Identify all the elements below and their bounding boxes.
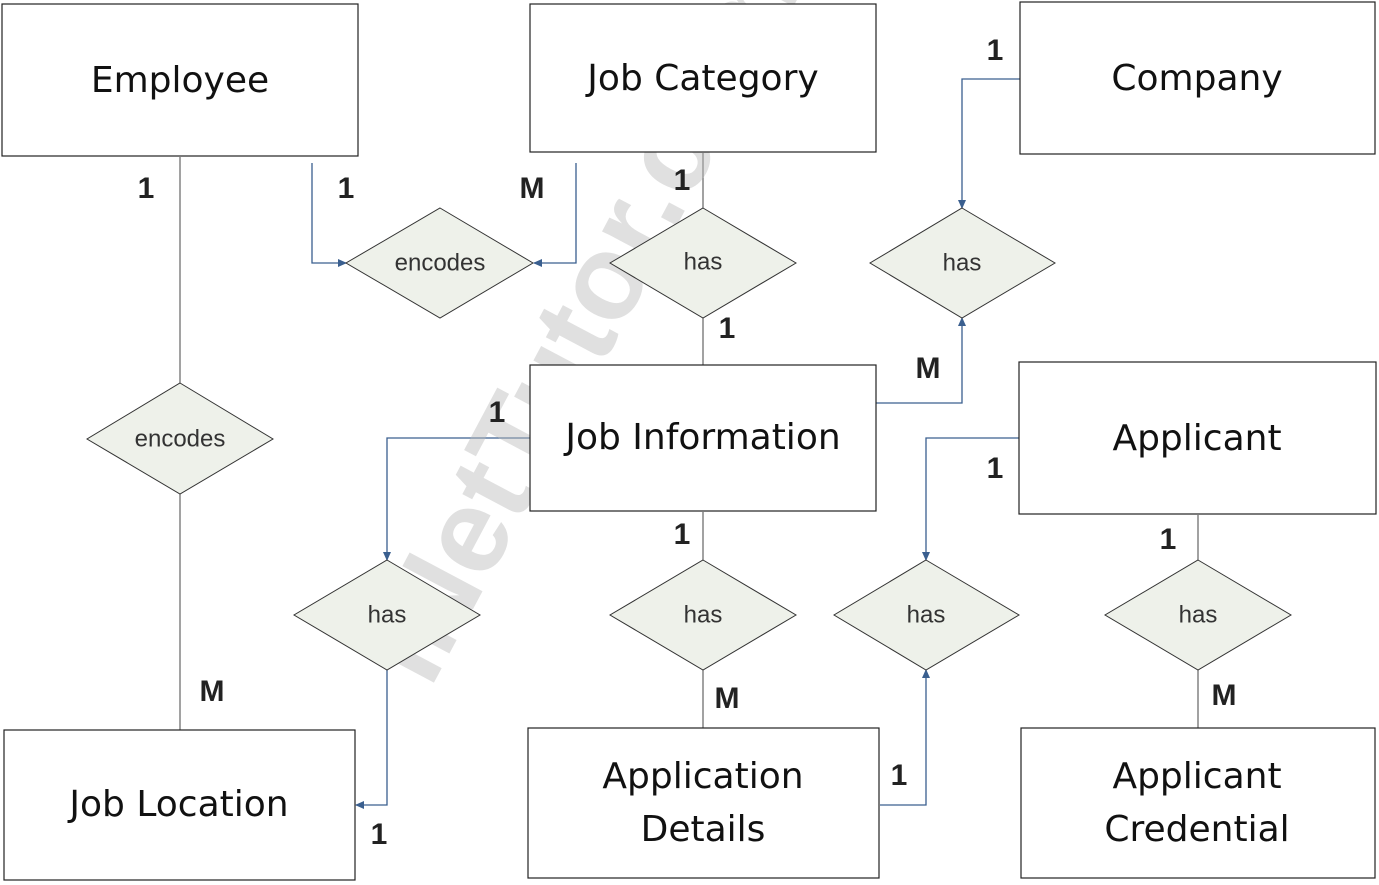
relationship-info-has-details[interactable]: has [609, 559, 797, 671]
cardinality-label: M [200, 675, 225, 708]
entity-applicant[interactable]: Applicant [1018, 361, 1377, 515]
cardinality-label: 1 [987, 452, 1004, 485]
cardinality-label: M [916, 352, 941, 385]
relationship-label: has [943, 249, 982, 276]
entity-company[interactable]: Company [1019, 1, 1376, 155]
entity-label-line2: Details [641, 809, 766, 850]
entity-job-information[interactable]: Job Information [529, 364, 877, 512]
entity-label: Employee [91, 60, 269, 101]
relationship-company-has-info[interactable]: has [869, 207, 1056, 319]
cardinality-label: M [520, 172, 545, 205]
entity-label-line1: Applicant [1112, 756, 1281, 797]
cardinality-label: 1 [489, 396, 506, 429]
entity-application-details[interactable]: Application Details [527, 727, 880, 879]
relationship-label: has [684, 248, 723, 275]
relationship-applicant-has-credential[interactable]: has [1104, 559, 1292, 671]
cardinality-label: M [1212, 679, 1237, 712]
cardinality-label: 1 [674, 164, 691, 197]
cardinality-label: 1 [674, 518, 691, 551]
arrow-has-joblocation [355, 670, 388, 809]
cardinality-label: 1 [338, 172, 355, 205]
entity-label: Applicant [1112, 418, 1281, 459]
relationship-label: encodes [135, 425, 226, 452]
relationship-applicant-has-details[interactable]: has [833, 559, 1020, 671]
cardinality-label: 1 [1160, 523, 1177, 556]
entity-label: Job Location [67, 784, 288, 825]
relationship-label: has [368, 601, 407, 628]
arrow-company-has [958, 78, 1020, 209]
cardinality-label: 1 [138, 172, 155, 205]
cardinality-label: 1 [371, 818, 388, 851]
entity-label-line1: Application [602, 756, 803, 797]
entity-job-category[interactable]: Job Category [529, 3, 877, 153]
relationship-employee-encodes-location[interactable]: encodes [86, 382, 274, 495]
cardinality-label: M [715, 682, 740, 715]
relationship-label: has [1179, 601, 1218, 628]
entity-label-line2: Credential [1104, 809, 1289, 850]
relationship-label: has [907, 601, 946, 628]
entity-label: Job Category [585, 58, 818, 99]
entity-job-location[interactable]: Job Location [3, 729, 356, 881]
entity-label: Company [1111, 58, 1282, 99]
relationship-label: encodes [395, 249, 486, 276]
cardinality-label: 1 [719, 312, 736, 345]
er-diagram: iNetTutor.com Employee Job Category Comp… [1, 0, 1377, 881]
cardinality-label: 1 [987, 34, 1004, 67]
entity-label: Job Information [563, 417, 840, 458]
cardinality-label: 1 [891, 759, 908, 792]
relationship-label: has [684, 601, 723, 628]
relationship-employee-encodes-category[interactable]: encodes [345, 207, 534, 319]
arrow-applicant-has [922, 437, 1019, 561]
entity-employee[interactable]: Employee [1, 3, 359, 157]
entity-applicant-credential[interactable]: Applicant Credential [1020, 727, 1376, 879]
